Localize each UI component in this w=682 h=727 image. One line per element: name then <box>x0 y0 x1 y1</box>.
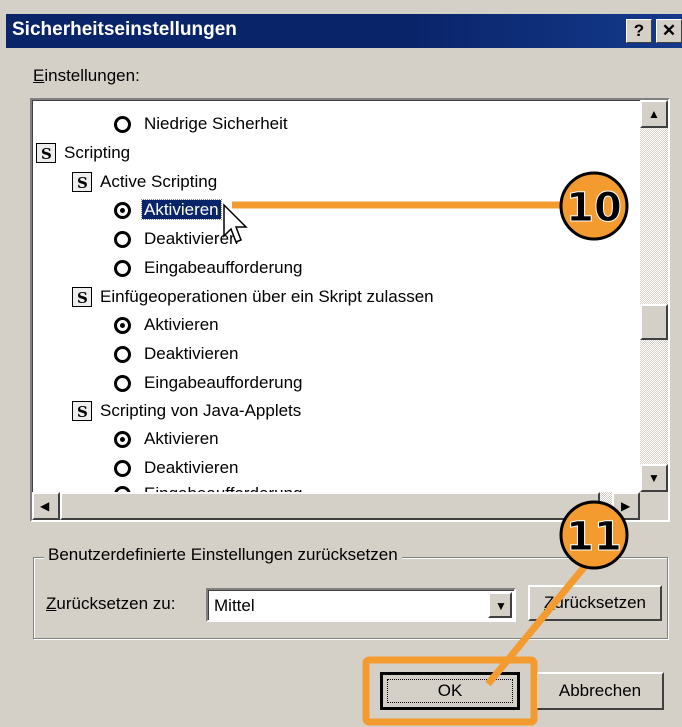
callout-11-number: 11 <box>566 514 622 560</box>
callout-10-number: 10 <box>566 185 622 231</box>
ok-highlight-box <box>362 656 538 726</box>
callout-11-line <box>485 557 593 687</box>
mouse-cursor-icon <box>223 203 248 243</box>
annotation-overlay: 10 11 <box>223 171 629 726</box>
